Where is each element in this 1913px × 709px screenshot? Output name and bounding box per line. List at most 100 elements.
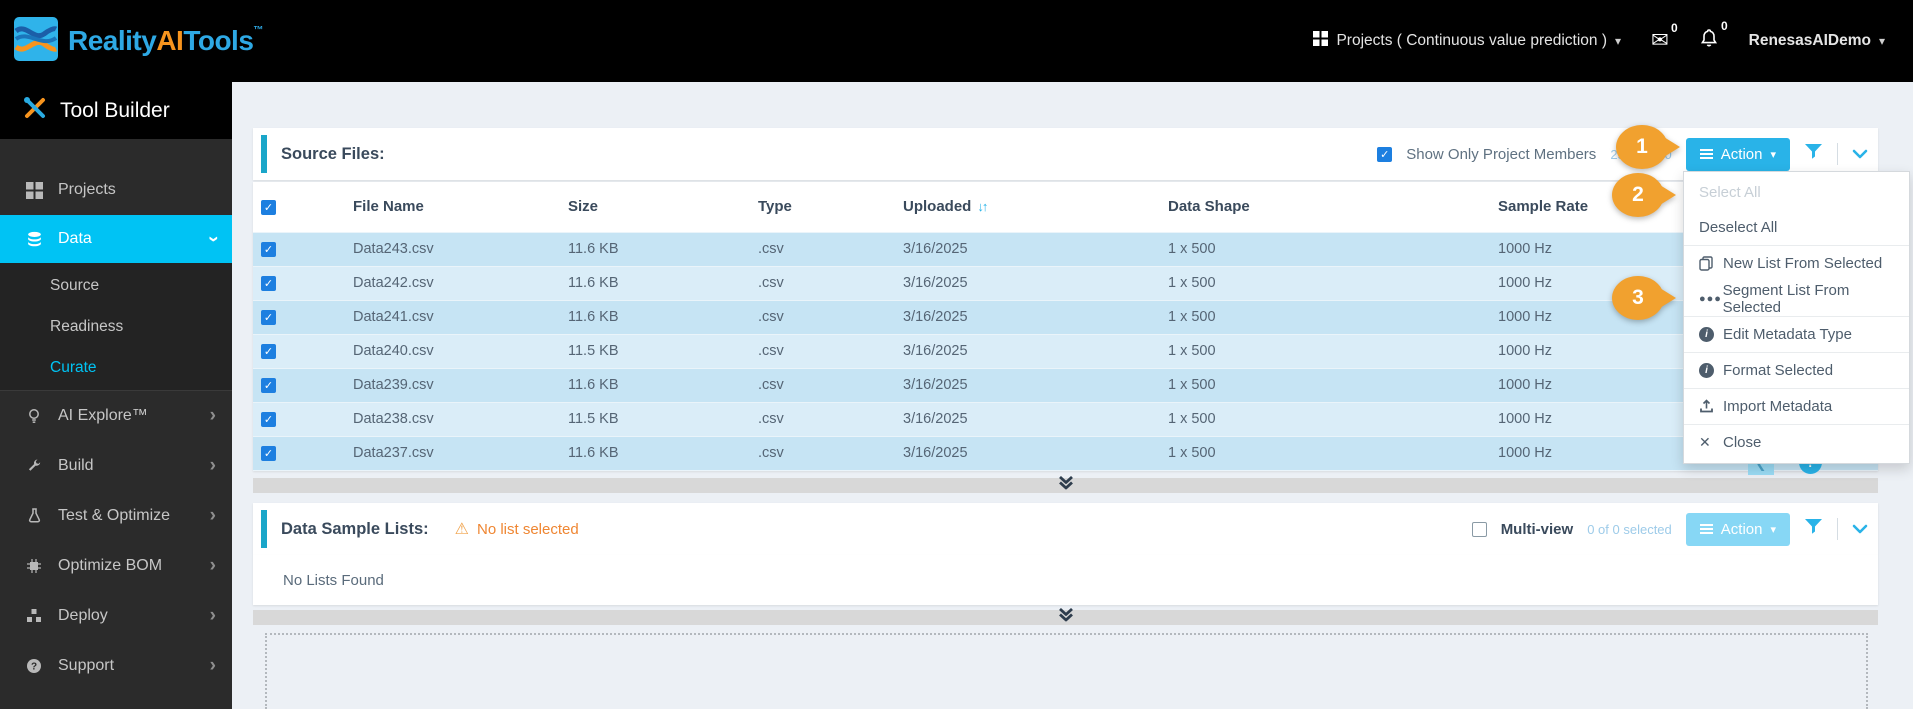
row-checkbox[interactable]: ✓: [261, 446, 276, 461]
svg-text:?: ?: [31, 662, 37, 673]
chevron-right-icon: ›: [209, 405, 216, 426]
sidebar-item-test-optimize[interactable]: Test & Optimize ›: [0, 491, 232, 541]
no-lists-found-label: No Lists Found: [283, 571, 384, 589]
action-dropdown-menu: Select All Deselect All New List From Sele…: [1683, 171, 1910, 464]
projects-menu[interactable]: Projects ( Continuous value prediction )…: [1313, 31, 1621, 51]
row-checkbox[interactable]: ✓: [261, 310, 276, 325]
messages-count-badge: 0: [1670, 21, 1678, 35]
flask-icon: [24, 508, 44, 524]
chevron-right-icon: ›: [209, 555, 216, 576]
filter-icon[interactable]: [1804, 518, 1823, 540]
row-checkbox[interactable]: ✓: [261, 378, 276, 393]
sidebar-item-label: Build: [58, 457, 94, 474]
multi-view-label: Multi-view: [1500, 520, 1574, 538]
source-files-action-button[interactable]: Action ▾: [1685, 137, 1790, 171]
show-only-project-members-checkbox[interactable]: ✓: [1377, 146, 1393, 162]
menu-item-label: Close: [1723, 434, 1762, 451]
sidebar-subitem-readiness[interactable]: Readiness: [0, 306, 232, 347]
cell-data-shape: 1 x 500: [1158, 232, 1488, 267]
column-header-type: Type: [748, 182, 893, 233]
cell-size: 11.5 KB: [558, 334, 748, 369]
cell-data-shape: 1 x 500: [1158, 368, 1488, 403]
sidebar-item-ai-explore[interactable]: AI Explore™ ›: [0, 391, 232, 441]
file-row[interactable]: ✓ Data243.csv 11.6 KB .csv 3/16/2025 1 x 500 1…: [253, 232, 1878, 267]
username-label: RenesasAIDemo: [1748, 32, 1871, 49]
menu-item-label: Edit Metadata Type: [1723, 326, 1852, 343]
collapse-panel-chevron-icon[interactable]: [1852, 149, 1868, 159]
row-checkbox[interactable]: ✓: [261, 242, 276, 257]
menu-item-deselect-all[interactable]: Deselect All: [1684, 210, 1909, 245]
x-icon: ✕: [1699, 434, 1711, 450]
file-row[interactable]: ✓ Data239.csv 11.6 KB .csv 3/16/2025 1 x 500 1…: [253, 368, 1878, 403]
menu-item-close[interactable]: ✕ Close: [1684, 425, 1909, 460]
annotation-badge-2: 2: [1612, 173, 1664, 217]
row-checkbox[interactable]: ✓: [261, 344, 276, 359]
filter-icon[interactable]: [1804, 143, 1823, 165]
sidebar-nav: Projects Data › Source Readiness Curate AI Exp…: [0, 139, 232, 691]
menu-item-label: New List From Selected: [1723, 255, 1883, 272]
projects-menu-label: Projects ( Continuous value prediction ): [1336, 32, 1607, 49]
cell-type: .csv: [748, 368, 893, 403]
cell-type: .csv: [748, 436, 893, 471]
hamburger-icon: [1699, 524, 1713, 534]
file-row[interactable]: ✓ Data237.csv 11.6 KB .csv 3/16/2025 1 x 500 1…: [253, 436, 1878, 471]
dots-icon: ●●●: [1699, 292, 1722, 305]
column-header-size: Size: [558, 182, 748, 233]
main-content: Source Files: ✓ Show Only Project Member…: [232, 82, 1913, 709]
source-files-table: ✓ File Name Size Type Uploaded ↓↑ Data Shape Sa…: [253, 182, 1878, 471]
sidebar-item-deploy[interactable]: Deploy ›: [0, 591, 232, 641]
data-sample-lists-collapse-bar[interactable]: [253, 607, 1878, 625]
cell-data-shape: 1 x 500: [1158, 300, 1488, 335]
cell-data-shape: 1 x 500: [1158, 334, 1488, 369]
file-row[interactable]: ✓ Data238.csv 11.5 KB .csv 3/16/2025 1 x 500 1…: [253, 402, 1878, 437]
menu-item-import-metadata[interactable]: Import Metadata: [1684, 389, 1909, 424]
multi-view-checkbox[interactable]: [1471, 521, 1487, 537]
notifications-button[interactable]: 0: [1699, 19, 1728, 54]
row-checkbox[interactable]: ✓: [261, 412, 276, 427]
info-icon: i: [1699, 363, 1723, 378]
sidebar-item-data[interactable]: Data ›: [0, 215, 232, 263]
sidebar-subitem-label: Curate: [50, 358, 97, 376]
source-files-title: Source Files:: [281, 144, 385, 163]
source-files-collapse-bar[interactable]: [253, 475, 1878, 493]
data-sample-lists-action-button[interactable]: Action ▾: [1685, 512, 1790, 546]
menu-item-new-list-from-selected[interactable]: New List From Selected: [1684, 246, 1909, 281]
cell-file-name: Data242.csv: [308, 266, 558, 301]
menu-item-label: Segment List From Selected: [1722, 281, 1850, 316]
chevron-right-icon: ›: [209, 455, 216, 476]
menu-item-segment-list-from-selected[interactable]: ●●● Segment List From Selected: [1684, 281, 1909, 316]
row-checkbox[interactable]: ✓: [261, 276, 276, 291]
sidebar-item-optimize-bom[interactable]: Optimize BOM ›: [0, 541, 232, 591]
menu-item-edit-metadata-type[interactable]: i Edit Metadata Type: [1684, 317, 1909, 352]
info-icon: i: [1699, 327, 1723, 342]
column-header-uploaded[interactable]: Uploaded ↓↑: [893, 182, 1158, 233]
messages-button[interactable]: ✉ 0: [1651, 21, 1678, 52]
cell-uploaded: 3/16/2025: [893, 436, 1158, 471]
select-all-checkbox[interactable]: ✓: [261, 200, 276, 216]
collapse-panel-chevron-icon[interactable]: [1852, 524, 1868, 534]
cell-uploaded: 3/16/2025: [893, 334, 1158, 369]
sidebar-item-build[interactable]: Build ›: [0, 441, 232, 491]
cell-size: 11.6 KB: [558, 436, 748, 471]
sidebar-item-projects[interactable]: Projects: [0, 165, 232, 215]
column-header-data-shape: Data Shape: [1158, 182, 1488, 233]
file-row[interactable]: ✓ Data240.csv 11.5 KB .csv 3/16/2025 1 x 500 1…: [253, 334, 1878, 369]
sort-icon[interactable]: ↓↑: [977, 199, 988, 214]
cell-data-shape: 1 x 500: [1158, 402, 1488, 437]
table-body: ✓ Data243.csv 11.6 KB .csv 3/16/2025 1 x 500 1…: [253, 232, 1878, 471]
database-icon: [24, 231, 44, 248]
top-navbar: RealityAITools™ Projects ( Continuous va…: [0, 0, 1913, 82]
sidebar-subitem-curate[interactable]: Curate: [0, 347, 232, 388]
menu-item-format-selected[interactable]: i Format Selected: [1684, 353, 1909, 388]
menu-item-label: Import Metadata: [1723, 398, 1833, 415]
user-menu[interactable]: RenesasAIDemo ▾: [1749, 32, 1885, 50]
brand-logo[interactable]: RealityAITools™: [0, 16, 263, 66]
sidebar-item-support[interactable]: ? Support ›: [0, 641, 232, 691]
hamburger-icon: [1699, 149, 1713, 159]
annotation-badge-3: 3: [1612, 276, 1664, 320]
sidebar-item-label: Data: [58, 230, 92, 247]
sidebar-subitem-source[interactable]: Source: [0, 265, 232, 306]
cell-size: 11.6 KB: [558, 368, 748, 403]
sidebar-subitem-label: Source: [50, 276, 100, 294]
envelope-icon: ✉: [1651, 29, 1669, 52]
